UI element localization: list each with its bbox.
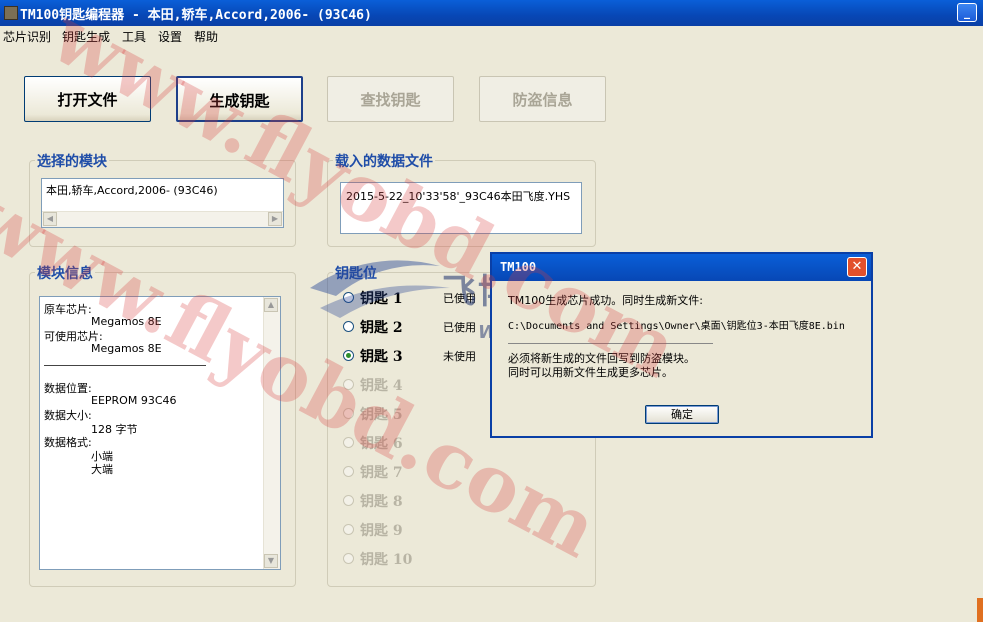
radio-unchecked-icon bbox=[343, 466, 354, 477]
module-info-line: 大端 bbox=[91, 463, 113, 476]
dialog-title-bar: TM100 ✕ bbox=[492, 254, 871, 281]
selected-module-value: 本田,轿车,Accord,2006- (93C46) bbox=[46, 184, 218, 197]
dialog-divider bbox=[508, 343, 713, 344]
scroll-down-icon[interactable]: ▼ bbox=[264, 554, 278, 568]
generate-key-button[interactable]: 生成钥匙 bbox=[176, 76, 303, 122]
menu-bar: 芯片识别 钥匙生成 工具 设置 帮助 bbox=[0, 26, 983, 45]
key-position-label: 钥匙 9 bbox=[360, 523, 403, 539]
key-position-label: 钥匙 3 bbox=[360, 349, 403, 365]
radio-dot-icon bbox=[346, 353, 351, 358]
scroll-up-icon[interactable]: ▲ bbox=[264, 298, 278, 312]
key-position-label: 钥匙 4 bbox=[360, 378, 403, 394]
module-info-title: 模块信息 bbox=[35, 263, 95, 283]
message-dialog: TM100 ✕ TM100生成芯片成功。同时生成新文件: C:\Document… bbox=[490, 252, 873, 438]
dialog-ok-button[interactable]: 确定 bbox=[645, 405, 719, 424]
module-info-divider bbox=[44, 365, 206, 366]
window-title: TM100钥匙编程器 - 本田,轿车,Accord,2006- (93C46) bbox=[20, 8, 372, 23]
module-info-line: 原车芯片: bbox=[44, 303, 92, 316]
module-info-line: EEPROM 93C46 bbox=[91, 394, 177, 407]
vertical-scrollbar[interactable]: ▲ ▼ bbox=[263, 297, 280, 569]
menu-settings[interactable]: 设置 bbox=[158, 28, 182, 45]
app-icon bbox=[4, 6, 18, 20]
radio-unchecked-icon[interactable] bbox=[343, 292, 354, 303]
title-bar: TM100钥匙编程器 - 本田,轿车,Accord,2006- (93C46) … bbox=[0, 0, 983, 26]
key-position-label: 钥匙 1 bbox=[360, 291, 403, 307]
dialog-file-path: C:\Documents and Settings\Owner\桌面\钥匙位3-… bbox=[508, 321, 845, 332]
key-positions-title: 钥匙位 bbox=[333, 263, 379, 283]
anti-theft-info-button[interactable]: 防盗信息 bbox=[479, 76, 606, 122]
window-edge-accent bbox=[977, 598, 983, 622]
radio-checked-icon[interactable] bbox=[343, 350, 354, 361]
radio-unchecked-icon bbox=[343, 524, 354, 535]
key-position-label: 钥匙 6 bbox=[360, 436, 403, 452]
module-info-line: 数据格式: bbox=[44, 436, 92, 449]
module-info-line: Megamos 8E bbox=[91, 342, 162, 355]
loaded-file-title: 载入的数据文件 bbox=[333, 151, 435, 171]
selected-module-box[interactable]: 本田,轿车,Accord,2006- (93C46) ◀ ▶ bbox=[41, 178, 284, 228]
menu-key-generate[interactable]: 钥匙生成 bbox=[62, 28, 110, 45]
key-position-label: 钥匙 8 bbox=[360, 494, 403, 510]
key-position-label: 钥匙 5 bbox=[360, 407, 403, 423]
dialog-message-success: TM100生成芯片成功。同时生成新文件: bbox=[508, 294, 703, 307]
selected-module-title: 选择的模块 bbox=[35, 151, 109, 171]
radio-unchecked-icon bbox=[343, 379, 354, 390]
key-position-label: 钥匙 2 bbox=[360, 320, 403, 336]
key-position-status: 已使用 bbox=[443, 292, 476, 305]
key-position-status: 已使用 bbox=[443, 321, 476, 334]
key-position-status: 未使用 bbox=[443, 350, 476, 363]
loaded-file-box[interactable]: 2015-5-22_10'33'58'_93C46本田飞度.YHS bbox=[340, 182, 582, 234]
open-file-button[interactable]: 打开文件 bbox=[24, 76, 151, 122]
key-position-label: 钥匙 7 bbox=[360, 465, 403, 481]
radio-unchecked-icon bbox=[343, 553, 354, 564]
dialog-title: TM100 bbox=[500, 260, 537, 274]
radio-unchecked-icon bbox=[343, 437, 354, 448]
scroll-right-icon[interactable]: ▶ bbox=[268, 212, 282, 226]
radio-unchecked-icon bbox=[343, 495, 354, 506]
module-info-line: 128 字节 bbox=[91, 423, 138, 436]
dialog-message-more: 同时可以用新文件生成更多芯片。 bbox=[508, 366, 673, 379]
loaded-file-value: 2015-5-22_10'33'58'_93C46本田飞度.YHS bbox=[346, 190, 571, 203]
menu-help[interactable]: 帮助 bbox=[194, 28, 218, 45]
module-info-line: 数据大小: bbox=[44, 409, 92, 422]
key-position-label: 钥匙 10 bbox=[360, 552, 413, 568]
menu-tools[interactable]: 工具 bbox=[122, 28, 146, 45]
find-key-button[interactable]: 查找钥匙 bbox=[327, 76, 454, 122]
module-info-line: 数据位置: bbox=[44, 382, 92, 395]
scroll-left-icon[interactable]: ◀ bbox=[43, 212, 57, 226]
module-info-line: Megamos 8E bbox=[91, 315, 162, 328]
menu-chip-identify[interactable]: 芯片识别 bbox=[3, 28, 51, 45]
radio-unchecked-icon[interactable] bbox=[343, 321, 354, 332]
radio-unchecked-icon bbox=[343, 408, 354, 419]
module-info-box[interactable]: 原车芯片: Megamos 8E 可使用芯片: Megamos 8E 数据位置: EEPR… bbox=[39, 296, 281, 570]
horizontal-scrollbar[interactable]: ◀ ▶ bbox=[42, 211, 283, 227]
dialog-close-button[interactable]: ✕ bbox=[847, 257, 867, 277]
minimize-button[interactable]: _ bbox=[957, 3, 977, 22]
